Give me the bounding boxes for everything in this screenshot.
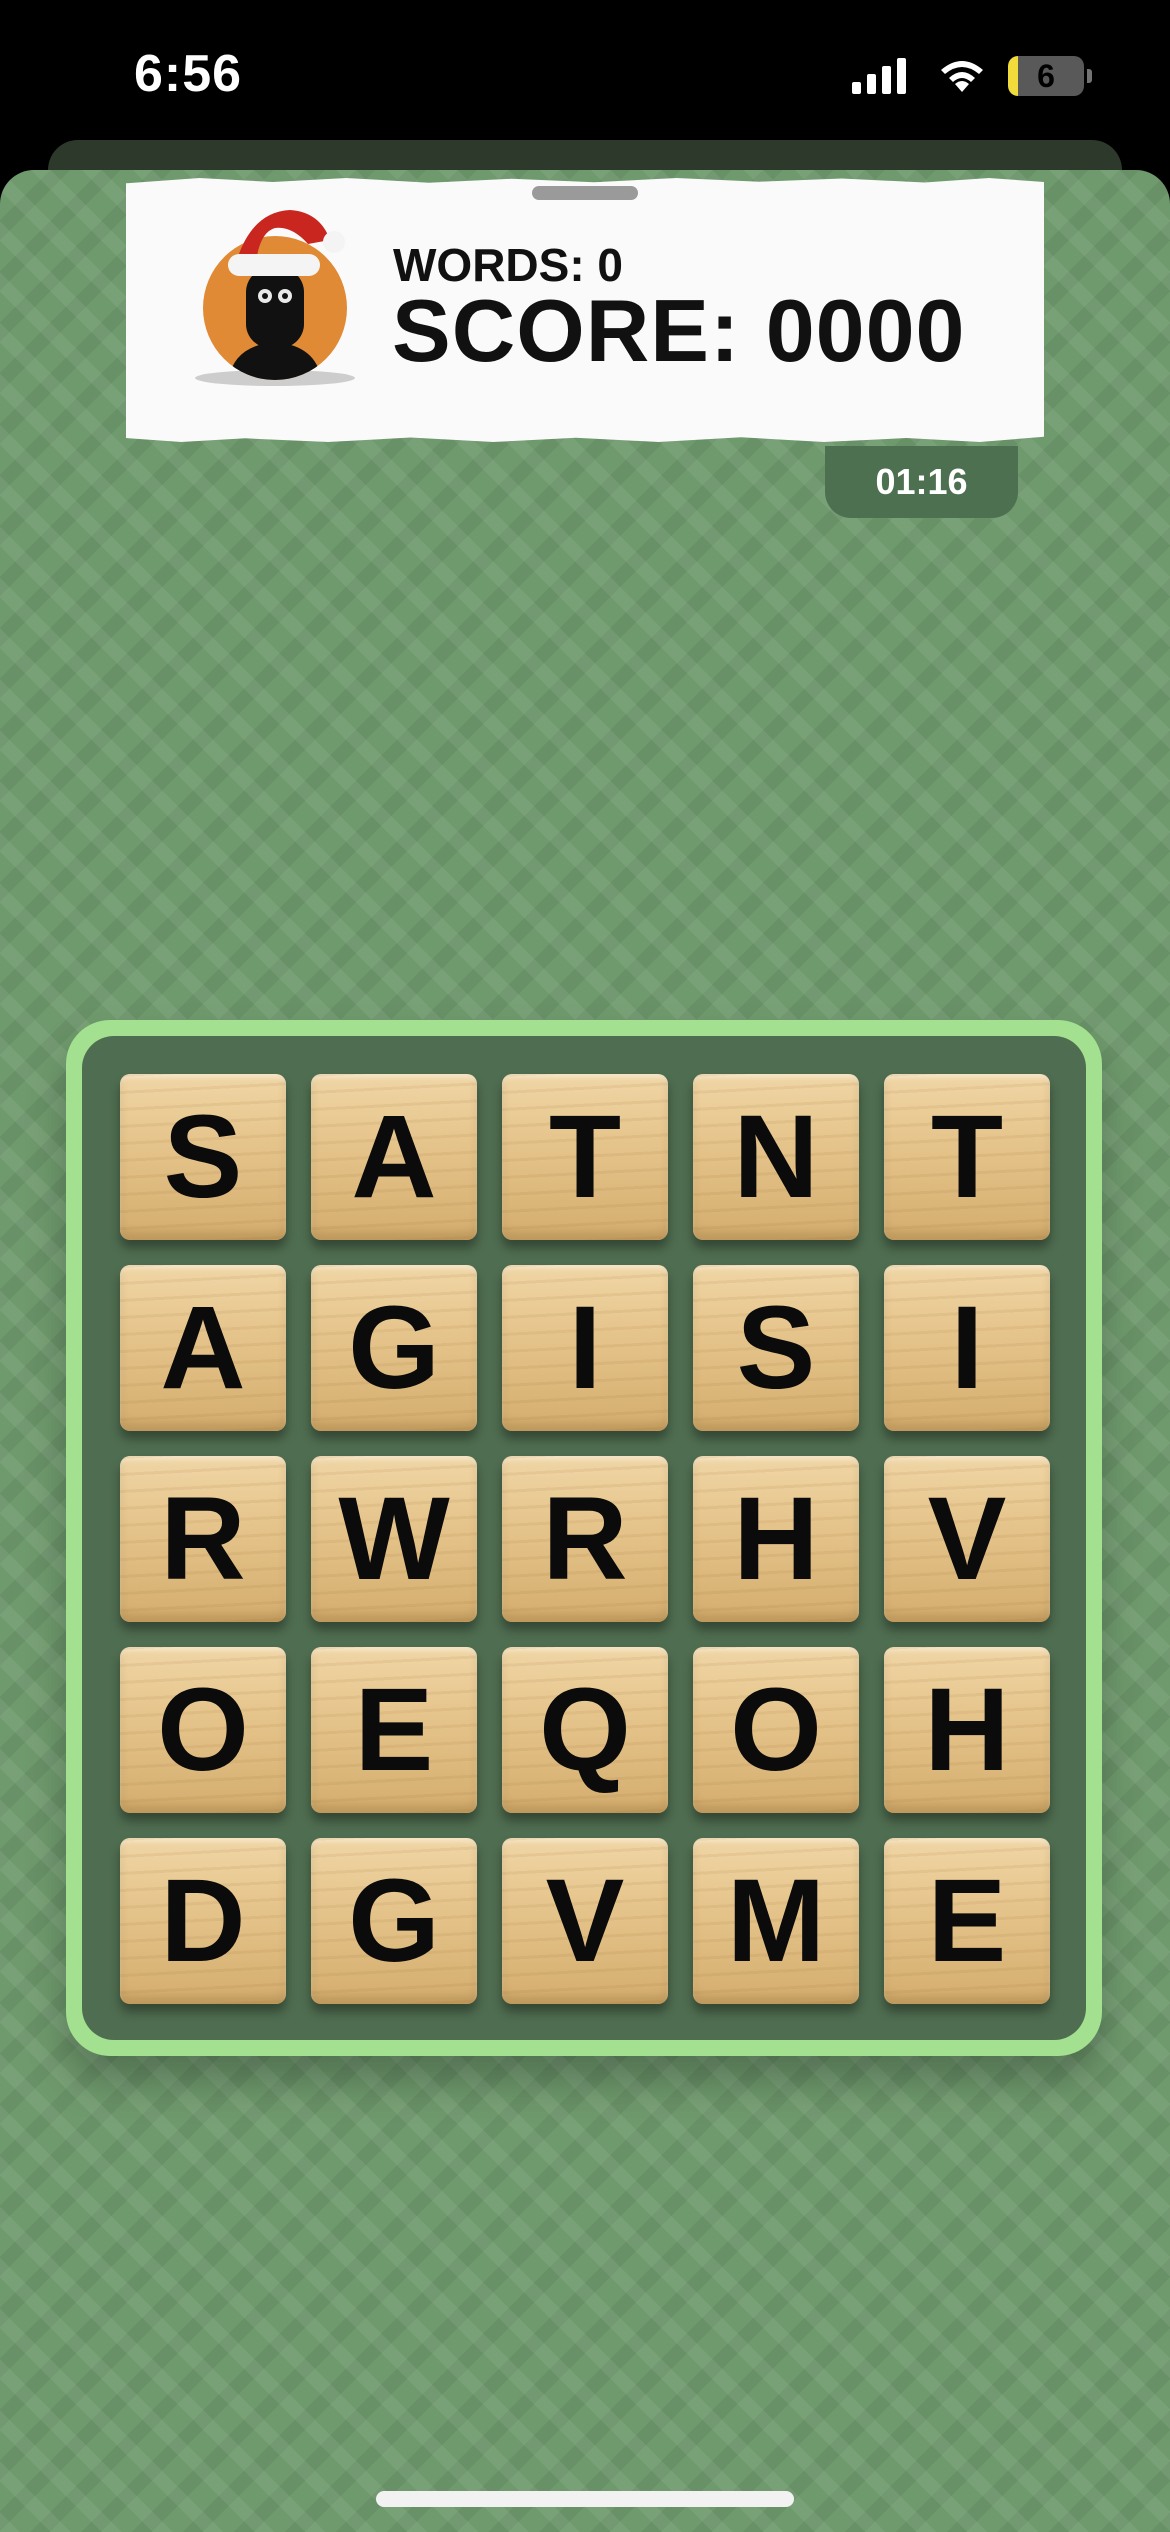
tile-letter: V xyxy=(927,1473,1007,1605)
letter-tile[interactable]: O xyxy=(120,1647,286,1813)
tile-letter: M xyxy=(726,1855,826,1987)
letter-tile[interactable]: Q xyxy=(502,1647,668,1813)
battery-body: 6 xyxy=(1008,56,1084,96)
tile-letter: O xyxy=(730,1664,822,1796)
letter-tile[interactable]: H xyxy=(693,1456,859,1622)
letter-tile[interactable]: V xyxy=(502,1838,668,2004)
battery-cap xyxy=(1087,69,1092,83)
tile-letter: H xyxy=(733,1473,819,1605)
tile-letter: W xyxy=(338,1473,450,1605)
letter-board: SATNTAGISIRWRHVOEQOHDGVME xyxy=(66,1020,1102,2056)
letter-tile[interactable]: A xyxy=(120,1265,286,1431)
letter-tile[interactable]: G xyxy=(311,1265,477,1431)
sheet-grab-handle[interactable] xyxy=(532,186,638,200)
battery-icon: 6 xyxy=(1008,56,1092,96)
letter-tile[interactable]: S xyxy=(120,1074,286,1240)
tile-letter: D xyxy=(160,1855,246,1987)
tile-letter: R xyxy=(542,1473,628,1605)
letter-tile[interactable]: I xyxy=(502,1265,668,1431)
santa-hat-character-avatar[interactable] xyxy=(180,196,370,386)
tile-letter: G xyxy=(348,1855,440,1987)
tile-letter: V xyxy=(545,1855,625,1987)
tile-letter: A xyxy=(351,1091,437,1223)
letter-tile[interactable]: E xyxy=(884,1838,1050,2004)
letter-tile[interactable]: S xyxy=(693,1265,859,1431)
letter-board-inner: SATNTAGISIRWRHVOEQOHDGVME xyxy=(82,1036,1086,2040)
letter-tile[interactable]: D xyxy=(120,1838,286,2004)
letter-tile[interactable]: W xyxy=(311,1456,477,1622)
letter-tile[interactable]: V xyxy=(884,1456,1050,1622)
letter-tile[interactable]: O xyxy=(693,1647,859,1813)
letter-tile[interactable]: H xyxy=(884,1647,1050,1813)
letter-tile[interactable]: T xyxy=(884,1074,1050,1240)
tile-letter: I xyxy=(568,1282,602,1414)
tile-letter: S xyxy=(163,1091,243,1223)
tile-letter: G xyxy=(348,1282,440,1414)
letter-tile[interactable]: R xyxy=(120,1456,286,1622)
letter-tile[interactable]: I xyxy=(884,1265,1050,1431)
battery-percent: 6 xyxy=(1037,58,1055,94)
tile-letter: S xyxy=(736,1282,816,1414)
tile-letter: A xyxy=(160,1282,246,1414)
tile-letter: Q xyxy=(539,1664,631,1796)
app-screen: 6:56 6 WORDS: 0 SCORE: 0000 01:16 S A T … xyxy=(0,0,1170,2532)
score-display: SCORE: 0000 xyxy=(392,281,966,380)
home-indicator[interactable] xyxy=(376,2491,794,2507)
tile-letter: H xyxy=(924,1664,1010,1796)
letter-tile[interactable]: G xyxy=(311,1838,477,2004)
letter-tile[interactable]: T xyxy=(502,1074,668,1240)
tile-letter: R xyxy=(160,1473,246,1605)
tile-letter: E xyxy=(927,1855,1007,1987)
signal-icon xyxy=(852,58,906,94)
status-time: 6:56 xyxy=(134,45,243,103)
tile-letter: E xyxy=(354,1664,434,1796)
tile-letter: I xyxy=(950,1282,984,1414)
wifi-icon xyxy=(941,61,983,92)
status-bar: 6:56 6 xyxy=(0,0,1170,150)
tile-letter: N xyxy=(733,1091,819,1223)
tile-letter: O xyxy=(157,1664,249,1796)
letter-tile[interactable]: R xyxy=(502,1456,668,1622)
letter-tile[interactable]: E xyxy=(311,1647,477,1813)
letter-tile[interactable]: A xyxy=(311,1074,477,1240)
tile-letter: T xyxy=(548,1091,622,1223)
timer: 01:16 xyxy=(825,446,1018,518)
letter-tile[interactable]: M xyxy=(693,1838,859,2004)
letter-tile[interactable]: N xyxy=(693,1074,859,1240)
tile-letter: T xyxy=(930,1091,1004,1223)
